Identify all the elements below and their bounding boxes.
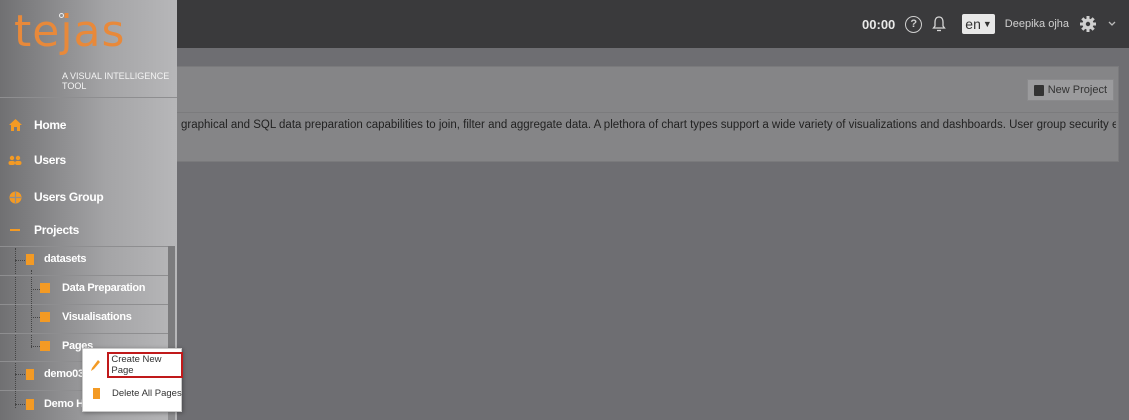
nav-item-home[interactable]: Home <box>0 110 177 140</box>
collapse-icon[interactable] <box>8 223 22 237</box>
gear-icon[interactable] <box>1079 15 1097 33</box>
language-value: en <box>965 16 981 32</box>
tree-label-datasets: datasets <box>44 253 87 265</box>
home-icon <box>8 118 22 132</box>
new-project-button[interactable]: New Project <box>1026 79 1114 101</box>
book-icon <box>1033 84 1044 96</box>
visualisations-icon <box>40 312 50 322</box>
bell-icon[interactable] <box>932 16 947 32</box>
language-select[interactable]: en ▼ <box>962 14 995 34</box>
delete-icon <box>89 387 103 399</box>
tree-label-visualisations: Visualisations <box>62 311 132 323</box>
project-description: graphical and SQL data preparation capab… <box>181 119 1116 131</box>
users-group-icon <box>8 190 22 204</box>
chevron-down-icon: ▼ <box>982 19 992 29</box>
chevron-down-icon[interactable] <box>1107 20 1117 28</box>
logo-area: tejas A VISUAL INTELLIGENCE TOOL <box>0 0 177 98</box>
tree-line <box>31 289 40 290</box>
tree-line <box>15 260 25 261</box>
divider <box>0 246 168 247</box>
menu-label-delete-all-pages: Delete All Pages <box>112 387 182 399</box>
pencil-icon <box>89 359 102 371</box>
tree-line <box>31 317 40 318</box>
users-icon <box>8 153 22 167</box>
project-overview-card: New Project graphical and SQL data prepa… <box>170 66 1119 162</box>
nav-item-projects[interactable]: Projects <box>0 215 177 245</box>
tree-item-datasets[interactable]: datasets <box>26 253 87 265</box>
divider <box>0 275 168 276</box>
highlight-box <box>107 352 183 378</box>
folder-icon <box>26 368 34 380</box>
folder-icon <box>26 253 34 265</box>
tree-line <box>15 248 16 408</box>
tree-item-data-preparation[interactable]: Data Preparation <box>40 282 146 294</box>
top-bar-controls: 00:00 ? en ▼ Deepika ojha <box>862 0 1117 48</box>
sidebar-scrollbar-thumb[interactable] <box>168 246 175 356</box>
nav-item-users[interactable]: Users <box>0 145 177 175</box>
help-icon[interactable]: ? <box>905 15 923 33</box>
tree-line <box>15 374 25 375</box>
nav-item-users-group[interactable]: Users Group <box>0 182 177 212</box>
pages-icon <box>40 341 50 351</box>
data-preparation-icon <box>40 283 50 293</box>
logo: tejas <box>14 6 126 57</box>
nav-label-home: Home <box>34 118 67 132</box>
tree-line <box>31 346 40 347</box>
nav-label-users-group: Users Group <box>34 190 104 204</box>
divider <box>0 304 168 305</box>
nav-label-users: Users <box>34 153 66 167</box>
tree-item-visualisations[interactable]: Visualisations <box>40 311 132 323</box>
folder-icon <box>26 398 34 410</box>
new-project-label: New Project <box>1047 84 1107 96</box>
session-timer: 00:00 <box>862 16 896 32</box>
menu-item-delete-all-pages[interactable]: Delete All Pages <box>83 381 183 405</box>
tree-label-data-preparation: Data Preparation <box>62 282 146 294</box>
user-name[interactable]: Deepika ojha <box>1005 18 1069 30</box>
nav-label-projects: Projects <box>34 223 79 237</box>
tree-line <box>31 270 32 348</box>
tree-item-demo030[interactable]: demo030 <box>26 368 90 380</box>
tree-line <box>15 404 25 405</box>
tree-item-demo-he[interactable]: Demo He <box>26 398 90 410</box>
tagline: A VISUAL INTELLIGENCE TOOL <box>62 71 170 91</box>
card-header: New Project <box>171 67 1118 113</box>
divider <box>0 333 168 334</box>
